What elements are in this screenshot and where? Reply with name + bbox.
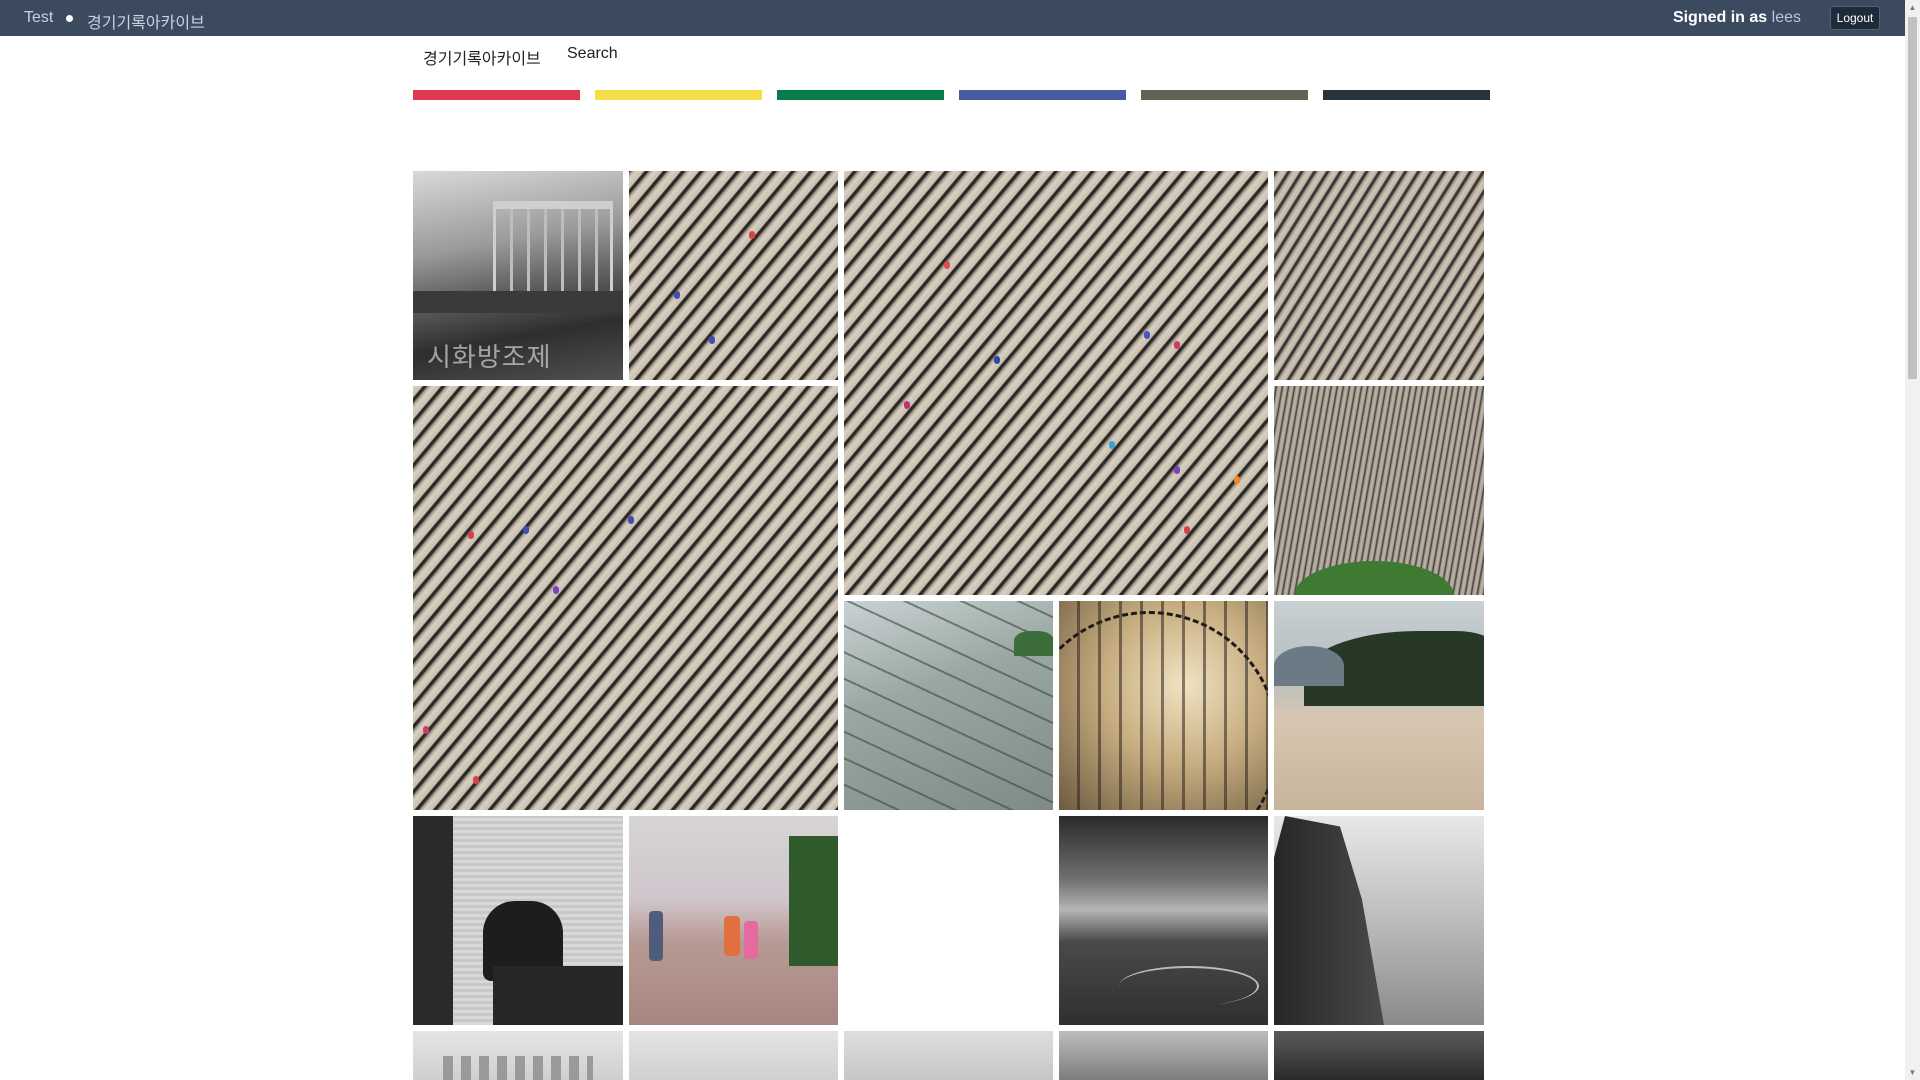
page-scrollbar[interactable]: ▲ ▼ [1905, 0, 1920, 1080]
photo-barbed-wire[interactable] [1059, 601, 1268, 810]
photo-field-workers-2[interactable] [413, 386, 838, 810]
photo-clouds-bw[interactable] [844, 1031, 1053, 1080]
separator-dot-icon [66, 15, 73, 22]
photo-sihwa-dike[interactable]: 시화방조제 [413, 171, 623, 380]
scroll-down-arrow-icon[interactable]: ▼ [1905, 1065, 1920, 1080]
photo-terraced-paddies[interactable] [844, 601, 1053, 810]
color-bar-green [777, 90, 944, 100]
admin-top-bar: Test 경기기록아카이브 Signed in as lees Logout [0, 0, 1905, 36]
nav-search-link[interactable]: Search [567, 45, 618, 63]
scroll-thumb[interactable] [1908, 17, 1917, 379]
photo-dark-coast-bw[interactable] [1274, 1031, 1484, 1080]
color-bar-yellow [595, 90, 762, 100]
color-bar-red [413, 90, 580, 100]
photo-rock-coast-bw[interactable] [1274, 816, 1484, 1025]
photo-field-workers-1[interactable] [629, 171, 838, 380]
signed-in-prefix: Signed in as [1672, 9, 1768, 26]
signed-in-status: Signed in as lees [1673, 9, 1801, 27]
photo-tidal-flat-bw[interactable] [1059, 816, 1268, 1025]
photo-sky-landscape-bw[interactable] [1059, 1031, 1268, 1080]
photo-children-walkway[interactable] [629, 816, 838, 1025]
photo-grey-sky-bw[interactable] [629, 1031, 838, 1080]
archive-link[interactable]: 경기기록아카이브 [87, 9, 205, 33]
photo-soldier-guard-post[interactable] [413, 816, 623, 1025]
color-bar-navy [1323, 90, 1490, 100]
photo-field-aerial-hill[interactable] [1274, 386, 1484, 595]
logout-button[interactable]: Logout [1830, 6, 1880, 30]
photo-field-aerial-1[interactable] [1274, 171, 1484, 380]
username-link[interactable]: lees [1772, 9, 1801, 26]
site-link[interactable]: Test [24, 9, 53, 27]
color-bar-blue [959, 90, 1126, 100]
nav-archive-link[interactable]: 경기기록아카이브 [423, 45, 541, 69]
scroll-up-arrow-icon[interactable]: ▲ [1905, 0, 1920, 15]
color-bar-olive [1141, 90, 1308, 100]
photo-field-workers-large[interactable] [844, 171, 1268, 595]
photo-coast-forest[interactable] [1274, 601, 1484, 810]
photo-watermark: 시화방조제 [427, 343, 552, 373]
photo-city-skyline-bw[interactable] [413, 1031, 623, 1080]
